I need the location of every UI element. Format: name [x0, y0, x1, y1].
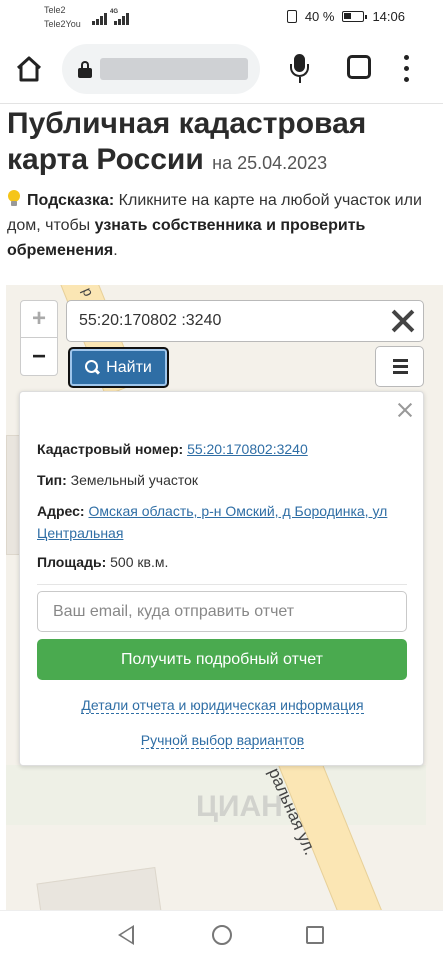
- find-button-label: Найти: [106, 358, 152, 376]
- manual-selection-link[interactable]: Ручной выбор вариантов: [20, 732, 425, 749]
- report-details-link[interactable]: Детали отчета и юридическая информация: [20, 697, 425, 714]
- back-icon[interactable]: [118, 925, 134, 945]
- mic-icon[interactable]: [286, 54, 314, 86]
- find-button[interactable]: Найти: [68, 347, 169, 388]
- status-bar: Tele2 Tele2You 4G 40 % 14:06: [0, 0, 443, 34]
- address-bar[interactable]: [62, 44, 260, 94]
- get-report-button[interactable]: Получить подробный отчет: [37, 639, 407, 680]
- browser-toolbar: [0, 34, 443, 104]
- carrier-name-1: Tele2: [44, 5, 66, 15]
- home-circle-icon[interactable]: [212, 925, 232, 945]
- url-text-redacted: [100, 58, 248, 80]
- type-row: Тип: Земельный участок: [37, 469, 412, 491]
- address-row: Адрес: Омская область, р-н Омский, д Бор…: [37, 500, 412, 544]
- email-field[interactable]: Ваш email, куда отправить отчет: [37, 591, 407, 632]
- tabs-icon[interactable]: [347, 55, 371, 79]
- cadastral-number-label: Кадастровый номер:: [37, 441, 184, 457]
- clear-search-icon[interactable]: [388, 306, 418, 336]
- address-label: Адрес:: [37, 503, 85, 519]
- zoom-out-button[interactable]: −: [21, 339, 57, 376]
- more-vert-icon[interactable]: [402, 55, 412, 83]
- hint-label: Подсказка:: [27, 192, 115, 209]
- zoom-control: + −: [20, 300, 58, 376]
- parcel-info-card: Кадастровый номер: 55:20:170802:3240 Тип…: [19, 391, 424, 766]
- area-label: Площадь:: [37, 554, 107, 570]
- vibrate-icon: [286, 10, 297, 23]
- divider: [37, 584, 407, 585]
- manual-selection-link-text[interactable]: Ручной выбор вариантов: [140, 732, 305, 749]
- cadastral-search-input[interactable]: 55:20:170802 :3240: [66, 300, 424, 342]
- lock-icon: [78, 61, 92, 78]
- lightbulb-icon: [7, 190, 21, 207]
- cadastral-number-link[interactable]: 55:20:170802:3240: [187, 441, 308, 457]
- map-parcel[interactable]: [36, 866, 164, 910]
- area-value: 500 кв.м.: [110, 554, 169, 570]
- search-icon: [85, 360, 100, 375]
- type-label: Тип:: [37, 472, 67, 488]
- page-title: Публичная кадастровая карта России на 25…: [7, 106, 427, 181]
- network-label: 4G: [110, 9, 119, 15]
- zoom-in-button[interactable]: +: [21, 301, 57, 338]
- clock: 14:06: [372, 9, 405, 24]
- battery-icon: [342, 11, 368, 22]
- home-icon[interactable]: [14, 54, 44, 84]
- hint-end: .: [113, 242, 118, 259]
- address-link[interactable]: Омская область, р-н Омский, д Бородинка,…: [37, 503, 387, 541]
- report-details-link-text[interactable]: Детали отчета и юридическая информация: [81, 697, 364, 714]
- area-row: Площадь: 500 кв.м.: [37, 551, 412, 573]
- page-date: на 25.04.2023: [212, 153, 328, 173]
- close-icon[interactable]: [396, 400, 416, 420]
- system-nav-bar: [0, 910, 443, 960]
- map-menu-button[interactable]: [375, 346, 424, 387]
- hint-text: Подсказка: Кликните на карте на любой уч…: [7, 188, 437, 263]
- carrier-name-2: Tele2You: [44, 19, 81, 29]
- battery-percent: 40 %: [304, 9, 335, 24]
- type-value: Земельный участок: [70, 472, 199, 488]
- watermark: ЦИАН: [196, 790, 283, 823]
- cadastral-number-row: Кадастровый номер: 55:20:170802:3240: [37, 438, 412, 460]
- recent-apps-icon[interactable]: [306, 926, 324, 944]
